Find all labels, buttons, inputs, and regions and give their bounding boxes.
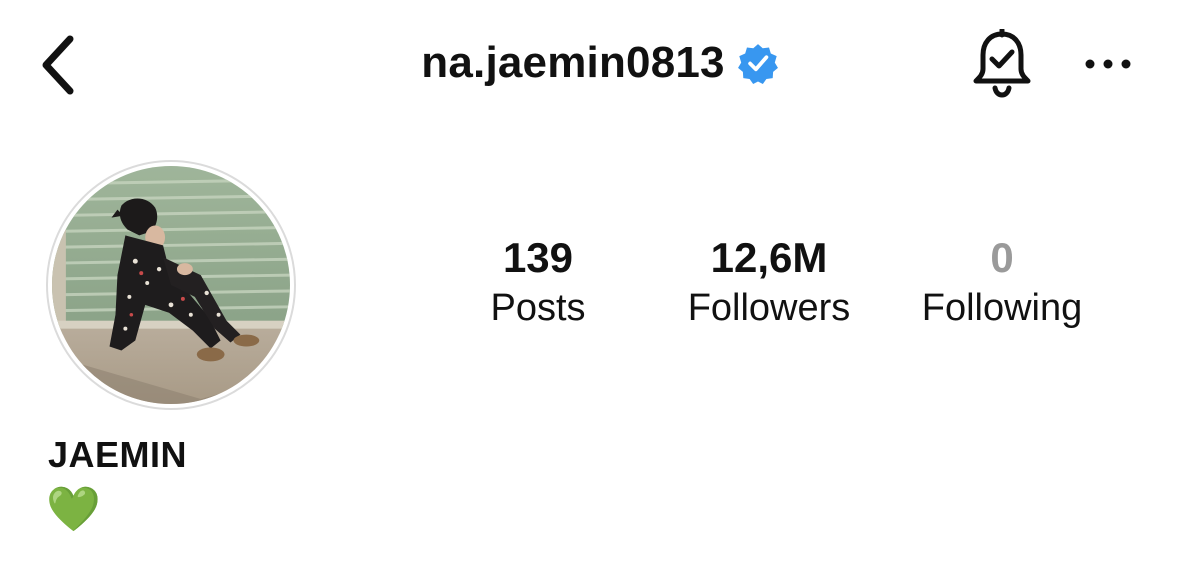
stat-followers-label: Followers [687,287,851,329]
notifications-button[interactable] [966,28,1038,100]
avatar-ring [46,160,296,410]
profile-username: na.jaemin0813 [421,38,725,87]
title-group: na.jaemin0813 [421,38,778,88]
more-options-button[interactable] [1080,42,1136,86]
stat-posts-count: 139 [502,234,574,281]
stat-posts[interactable]: 139 Posts [468,232,608,332]
profile-header: na.jaemin0813 [0,0,1200,130]
profile-stats: 139 Posts 12,6M Followers 0 Following [450,232,1150,342]
stat-followers[interactable]: 12,6M Followers [674,232,864,332]
bell-check-icon [973,29,1031,98]
stat-following-label: Following [921,287,1083,329]
stat-following-count: 0 [990,234,1014,281]
stat-following[interactable]: 0 Following [902,232,1102,332]
verified-badge-icon [737,44,778,84]
bio-text: 💚 [46,485,101,534]
stat-followers-count: 12,6M [710,234,828,281]
display-name: JAEMIN [48,434,188,475]
profile-photo [52,166,290,404]
avatar[interactable] [52,166,290,404]
more-horizontal-icon [1085,59,1131,69]
stat-posts-label: Posts [490,287,586,329]
